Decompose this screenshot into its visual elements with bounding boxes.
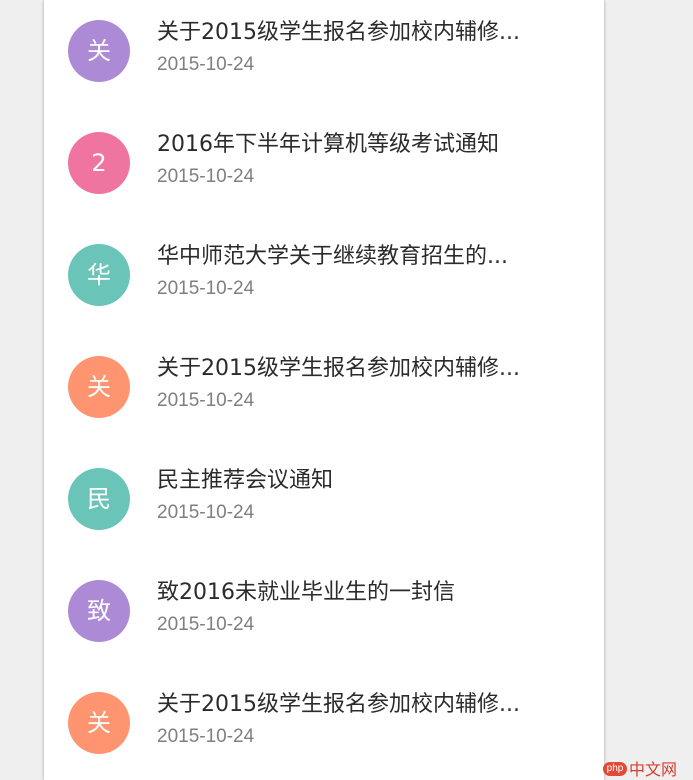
notice-avatar: 关: [68, 356, 130, 418]
notice-date: 2015-10-24: [157, 614, 255, 635]
notice-item[interactable]: 关 关于2015级学生报名参加校内辅修... 2015-10-24: [44, 0, 604, 106]
notice-list-card: 关 关于2015级学生报名参加校内辅修... 2015-10-24 2 2016…: [44, 0, 604, 780]
notice-date: 2015-10-24: [157, 502, 255, 523]
notice-item[interactable]: 华 华中师范大学关于继续教育招生的... 2015-10-24: [44, 218, 604, 330]
notice-date: 2015-10-24: [157, 278, 255, 299]
site-watermark: php 中文网: [603, 762, 677, 780]
notice-title: 致2016未就业毕业生的一封信: [157, 580, 455, 605]
notice-avatar: 华: [68, 244, 130, 306]
notice-date: 2015-10-24: [157, 54, 255, 75]
notice-title: 关于2015级学生报名参加校内辅修...: [157, 692, 520, 717]
notice-list: 关 关于2015级学生报名参加校内辅修... 2015-10-24 2 2016…: [44, 0, 604, 778]
notice-item[interactable]: 致 致2016未就业毕业生的一封信 2015-10-24: [44, 554, 604, 666]
notice-item[interactable]: 关 关于2015级学生报名参加校内辅修... 2015-10-24: [44, 330, 604, 442]
notice-item[interactable]: 2 2016年下半年计算机等级考试通知 2015-10-24: [44, 106, 604, 218]
notice-avatar: 致: [68, 580, 130, 642]
notice-date: 2015-10-24: [157, 726, 255, 747]
notice-item[interactable]: 民 民主推荐会议通知 2015-10-24: [44, 442, 604, 554]
notice-avatar: 关: [68, 20, 130, 82]
notice-title: 2016年下半年计算机等级考试通知: [157, 132, 499, 157]
notice-avatar: 2: [68, 132, 130, 194]
notice-title: 关于2015级学生报名参加校内辅修...: [157, 20, 520, 45]
notice-avatar: 民: [68, 468, 130, 530]
notice-item[interactable]: 关 关于2015级学生报名参加校内辅修... 2015-10-24: [44, 666, 604, 778]
notice-date: 2015-10-24: [157, 166, 255, 187]
watermark-text: 中文网: [629, 762, 678, 779]
notice-date: 2015-10-24: [157, 390, 255, 411]
notice-title: 民主推荐会议通知: [157, 468, 334, 493]
notice-title: 关于2015级学生报名参加校内辅修...: [157, 356, 520, 381]
notice-avatar: 关: [68, 692, 130, 754]
notice-title: 华中师范大学关于继续教育招生的...: [157, 244, 508, 269]
watermark-badge: php: [603, 762, 627, 776]
